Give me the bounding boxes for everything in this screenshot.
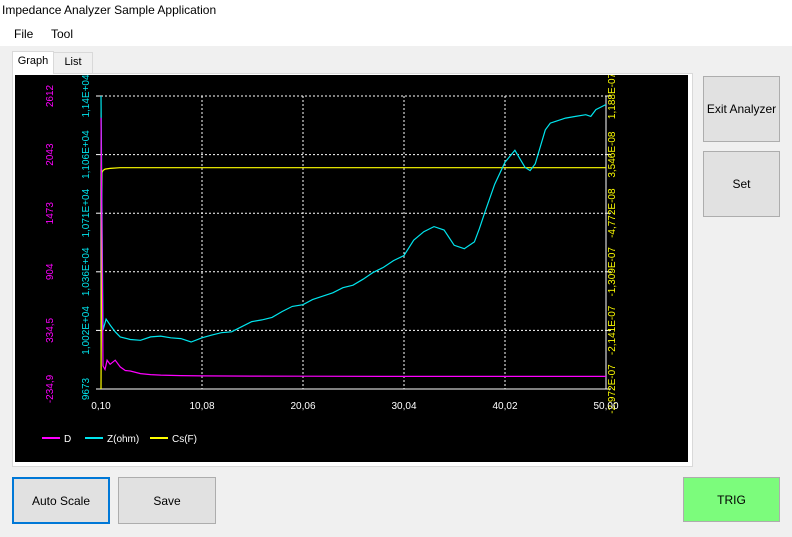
x-tick-label: 10,08 [189, 401, 214, 412]
z-tick-label: 1,002E+04 [81, 306, 92, 355]
tab-graph[interactable]: Graph [12, 51, 54, 74]
legend-label-cs: Cs(F) [172, 434, 197, 445]
d-tick-label: 2043 [45, 143, 56, 166]
menu-tool[interactable]: Tool [51, 27, 73, 41]
x-tick-label: 40,02 [492, 401, 517, 412]
z-tick-label: 1,036E+04 [81, 247, 92, 296]
cs-tick-label: -1,309E-07 [607, 247, 618, 297]
d-tick-label: 334,5 [45, 317, 56, 342]
save-button[interactable]: Save [118, 477, 216, 524]
cs-tick-label: 3,546E-08 [607, 131, 618, 178]
chart-series [100, 95, 607, 390]
legend-label-z: Z(ohm) [107, 434, 139, 445]
cs-series-line [100, 167, 606, 390]
z-axis-tick-labels: 1,14E+04 1,106E+04 1,071E+04 1,036E+04 1,002… [81, 75, 92, 400]
cs-tick-label: -2,141E-07 [607, 305, 618, 355]
tab-list[interactable]: List [53, 52, 93, 73]
x-axis-tick-labels: 0,10 10,08 20,06 30,04 40,02 50,00 [91, 401, 619, 412]
z-tick-label: 1,071E+04 [81, 188, 92, 237]
d-tick-label: 1473 [45, 202, 56, 225]
x-tick-label: 20,06 [290, 401, 315, 412]
x-tick-label: 30,04 [391, 401, 416, 412]
auto-scale-button[interactable]: Auto Scale [12, 477, 110, 524]
cs-axis-tick-labels: 1,188E-07 3,546E-08 -4,772E-08 -1,309E-07 -2… [607, 75, 618, 414]
z-tick-label: 1,14E+04 [81, 75, 92, 118]
d-axis-tick-labels: 2612 2043 1473 904 334,5 -234,9 [45, 84, 56, 403]
menu-file[interactable]: File [14, 27, 33, 41]
title-bar: Impedance Analyzer Sample Application [0, 0, 792, 22]
x-tick-label: 50,00 [593, 401, 618, 412]
chart-grid [96, 95, 611, 390]
window-title: Impedance Analyzer Sample Application [2, 3, 217, 17]
d-series-line [100, 117, 606, 377]
z-tick-label: 1,106E+04 [81, 130, 92, 179]
set-button[interactable]: Set [703, 151, 780, 217]
exit-analyzer-button[interactable]: Exit Analyzer [703, 76, 780, 142]
d-tick-label: -234,9 [45, 374, 56, 403]
d-tick-label: 904 [45, 263, 56, 280]
d-tick-label: 2612 [45, 84, 56, 107]
chart-legend: D Z(ohm) Cs(F) [42, 434, 197, 445]
trig-button[interactable]: TRIG [683, 477, 780, 522]
legend-label-d: D [64, 434, 71, 445]
cs-tick-label: -4,772E-08 [607, 188, 618, 238]
z-series-line [100, 95, 607, 343]
cs-tick-label: 1,188E-07 [607, 75, 618, 119]
z-tick-label: 9673 [81, 377, 92, 400]
x-tick-label: 0,10 [91, 401, 111, 412]
impedance-chart: 2612 2043 1473 904 334,5 -234,9 1,14E+04 1,106… [42, 75, 619, 445]
menu-bar: File Tool [0, 22, 792, 46]
